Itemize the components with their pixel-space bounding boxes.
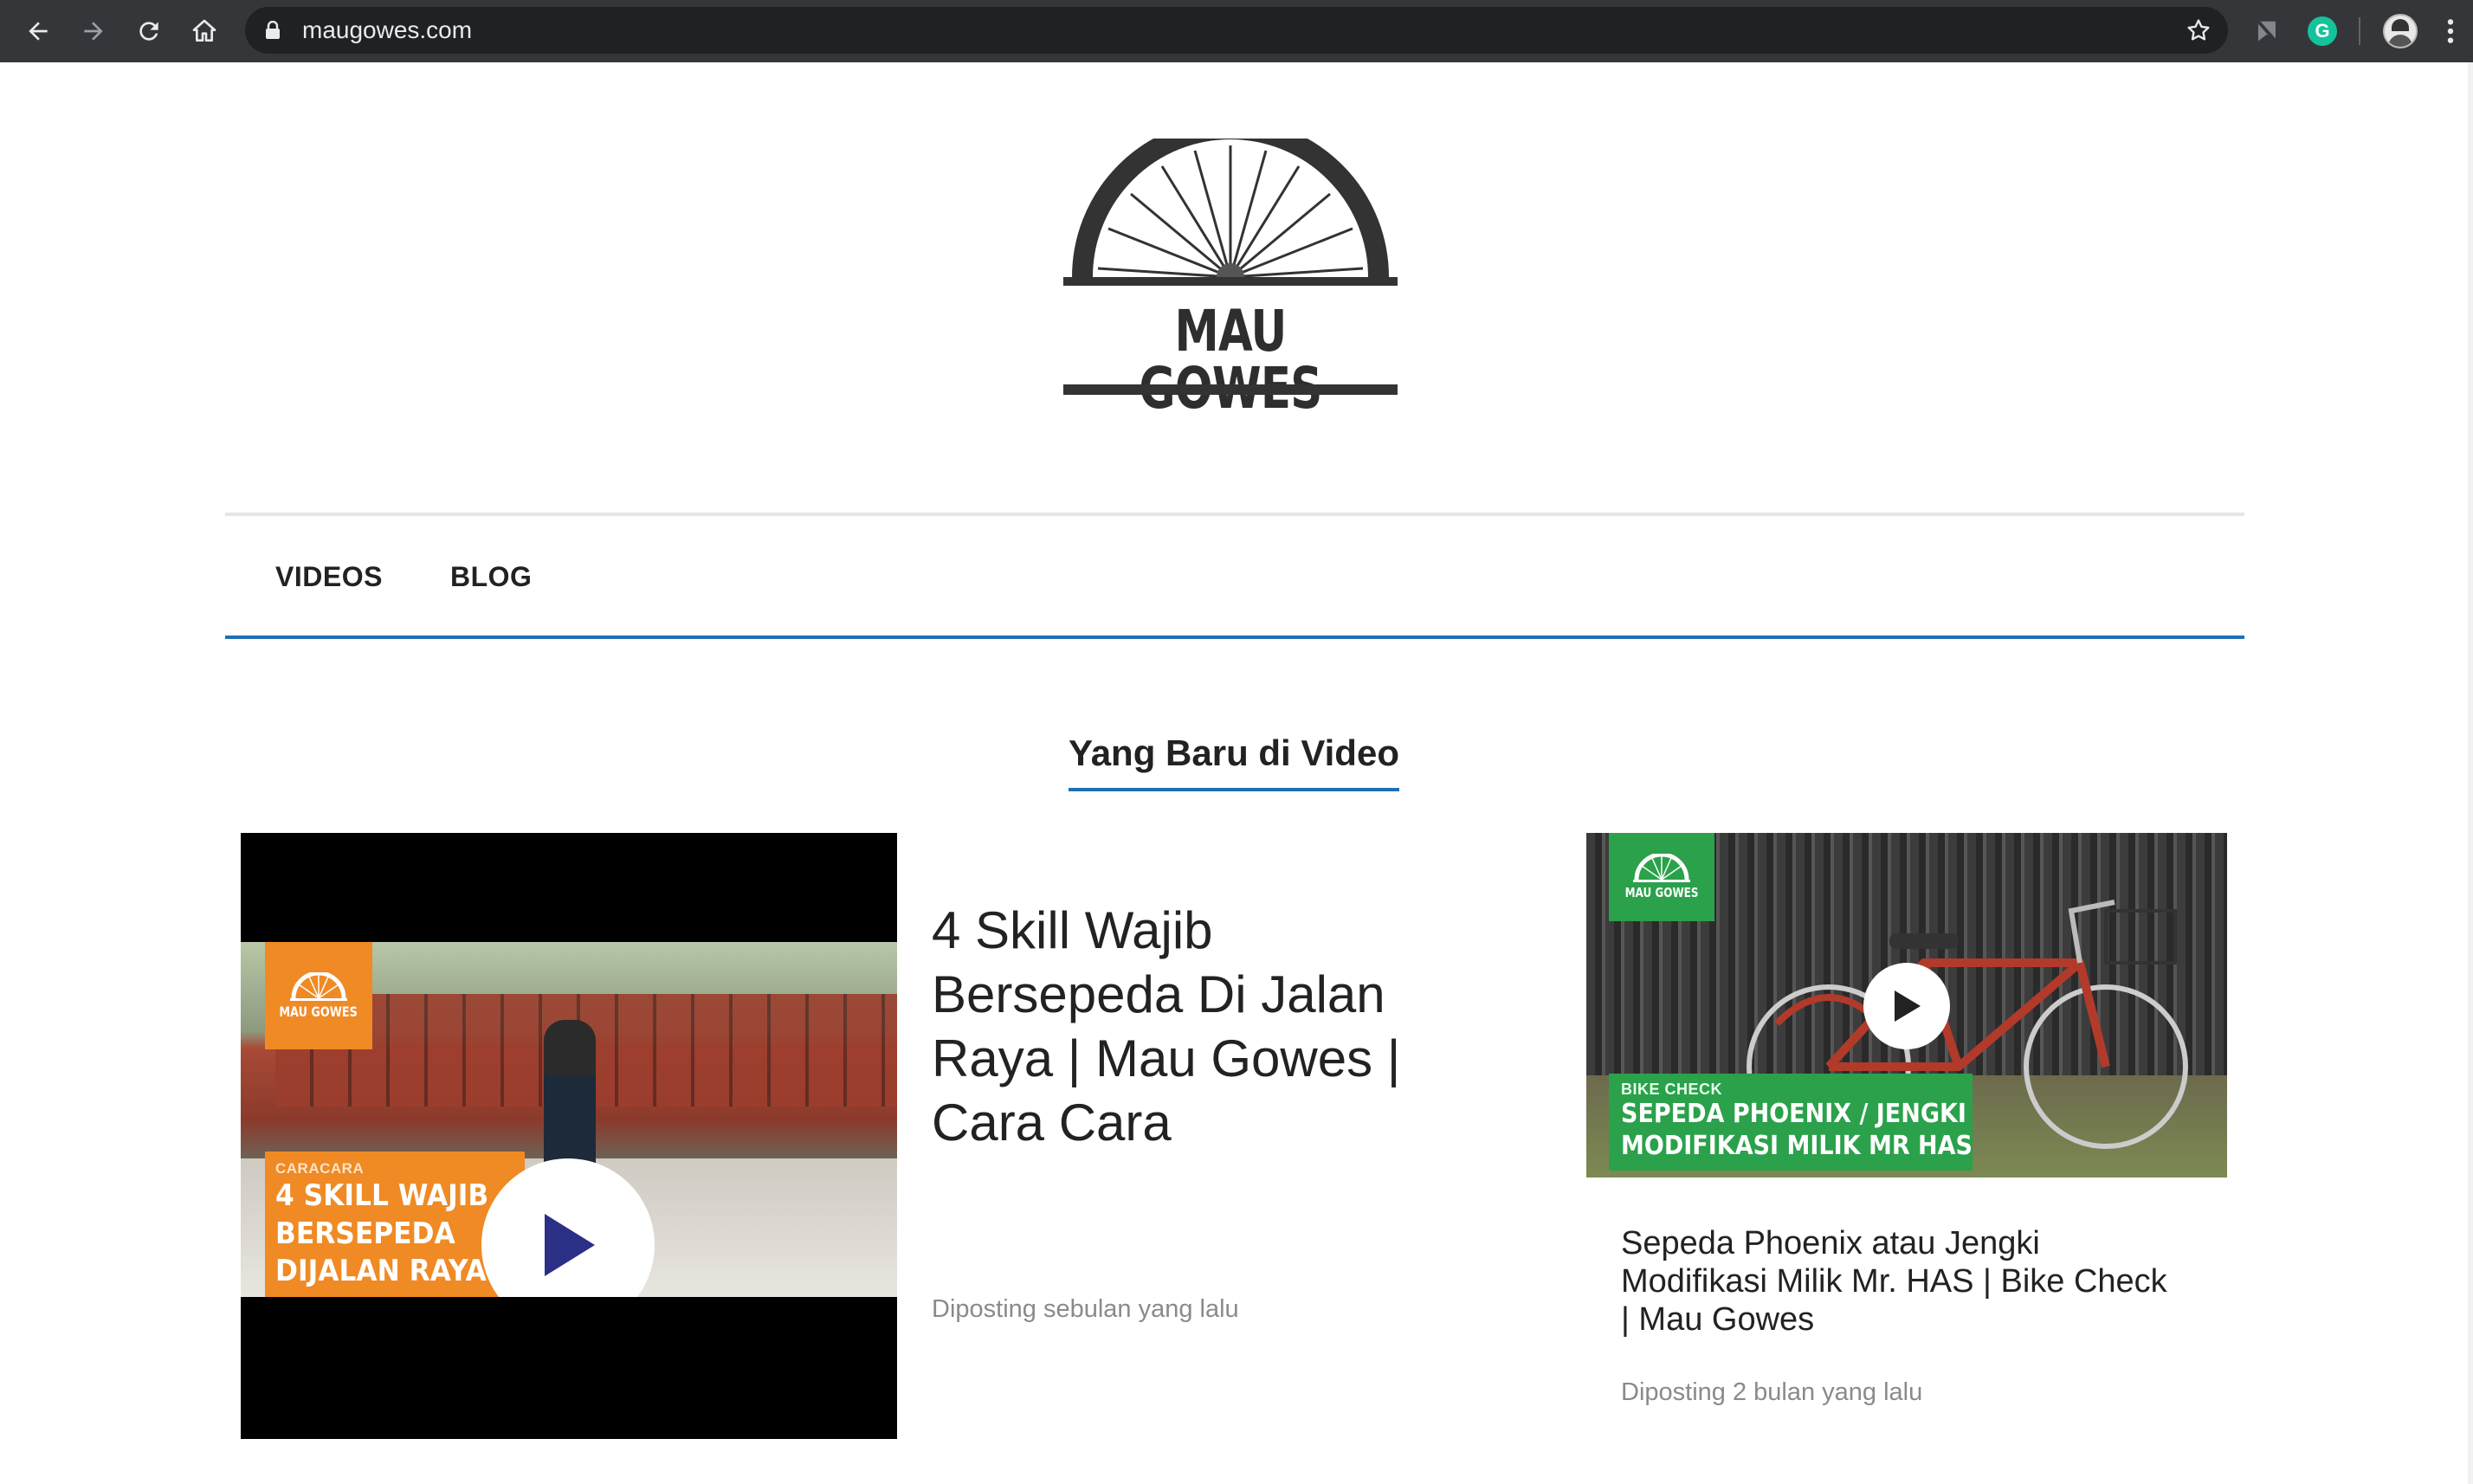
logo-underline	[1063, 384, 1398, 395]
page-scrollbar[interactable]	[2468, 62, 2473, 1484]
wheel-logo-icon	[1063, 119, 1398, 291]
thumbnail-line: 4 SKILL WAJIB	[275, 1178, 489, 1213]
grammarly-icon[interactable]: G	[2303, 12, 2341, 50]
video-posted-secondary: Diposting 2 bulan yang lalu	[1621, 1378, 1923, 1406]
kebab-menu-icon[interactable]	[2431, 12, 2470, 50]
back-arrow-icon[interactable]	[21, 14, 55, 48]
thumbnail-frame: MAU GOWES CARACARA 4 SKILL WAJIB BERSEPE…	[241, 942, 897, 1297]
thumbnail-line: DIJALAN RAYA	[275, 1254, 487, 1289]
logo-text: MAU GOWES	[1139, 298, 1322, 422]
grammarly-letter: G	[2308, 16, 2337, 46]
play-icon	[545, 1214, 595, 1276]
nav-item-videos[interactable]: VIDEOS	[275, 561, 383, 593]
thumbnail-line: SEPEDA PHOENIX / JENGKI	[1621, 1099, 1966, 1129]
toolbar-separator	[2359, 17, 2360, 45]
address-bar[interactable]: maugowes.com	[245, 7, 2228, 54]
thumbnail-logo-badge: MAU GOWES	[265, 942, 372, 1049]
flag-extension-icon[interactable]	[2248, 12, 2286, 50]
video-thumbnail-featured[interactable]: MAU GOWES CARACARA 4 SKILL WAJIB BERSEPE…	[241, 833, 897, 1439]
video-title-secondary[interactable]: Sepeda Phoenix atau Jengki Modifikasi Mi…	[1621, 1224, 2175, 1339]
section-title: Yang Baru di Video	[1069, 732, 1399, 791]
lock-icon	[264, 21, 281, 40]
thumbnail-badge-text: MAU GOWES	[279, 1003, 358, 1020]
play-icon	[1895, 990, 1921, 1022]
reload-icon[interactable]	[132, 14, 166, 48]
play-button[interactable]	[1863, 963, 1950, 1049]
video-thumbnail-secondary[interactable]: MAU GOWES BIKE CHECK SEPEDA PHOENIX / JE…	[1586, 833, 2227, 1178]
thumbnail-logo-badge: MAU GOWES	[1609, 833, 1714, 921]
url-text: maugowes.com	[302, 16, 473, 43]
thumbnail-line: BERSEPEDA	[275, 1216, 455, 1251]
thumbnail-badge-text: MAU GOWES	[1624, 885, 1699, 900]
site-logo[interactable]: MAU GOWES	[1063, 119, 1398, 417]
profile-avatar	[2383, 14, 2418, 48]
thumbnail-caption: BIKE CHECK SEPEDA PHOENIX / JENGKI MODIF…	[1609, 1074, 1973, 1171]
avatar[interactable]	[2381, 12, 2419, 50]
star-icon[interactable]	[2185, 16, 2212, 44]
thumbnail-line: MODIFIKASI MILIK MR HAS	[1621, 1130, 1973, 1161]
main-nav: VIDEOS BLOG	[225, 516, 2244, 639]
wheel-logo-icon	[290, 971, 347, 1001]
home-icon[interactable]	[187, 14, 222, 48]
browser-toolbar: maugowes.com G	[0, 0, 2473, 62]
thumbnail-category: BIKE CHECK	[1621, 1081, 1723, 1098]
video-posted-featured: Diposting sebulan yang lalu	[932, 1295, 1239, 1323]
video-title-featured[interactable]: 4 Skill Wajib Bersepeda Di Jalan Raya | …	[932, 899, 1469, 1155]
nav-item-blog[interactable]: BLOG	[450, 561, 532, 593]
forward-arrow-icon[interactable]	[76, 14, 111, 48]
section-heading: Yang Baru di Video	[0, 732, 2468, 791]
thumbnail-category: CARACARA	[275, 1160, 365, 1177]
wheel-logo-icon	[1633, 854, 1690, 882]
